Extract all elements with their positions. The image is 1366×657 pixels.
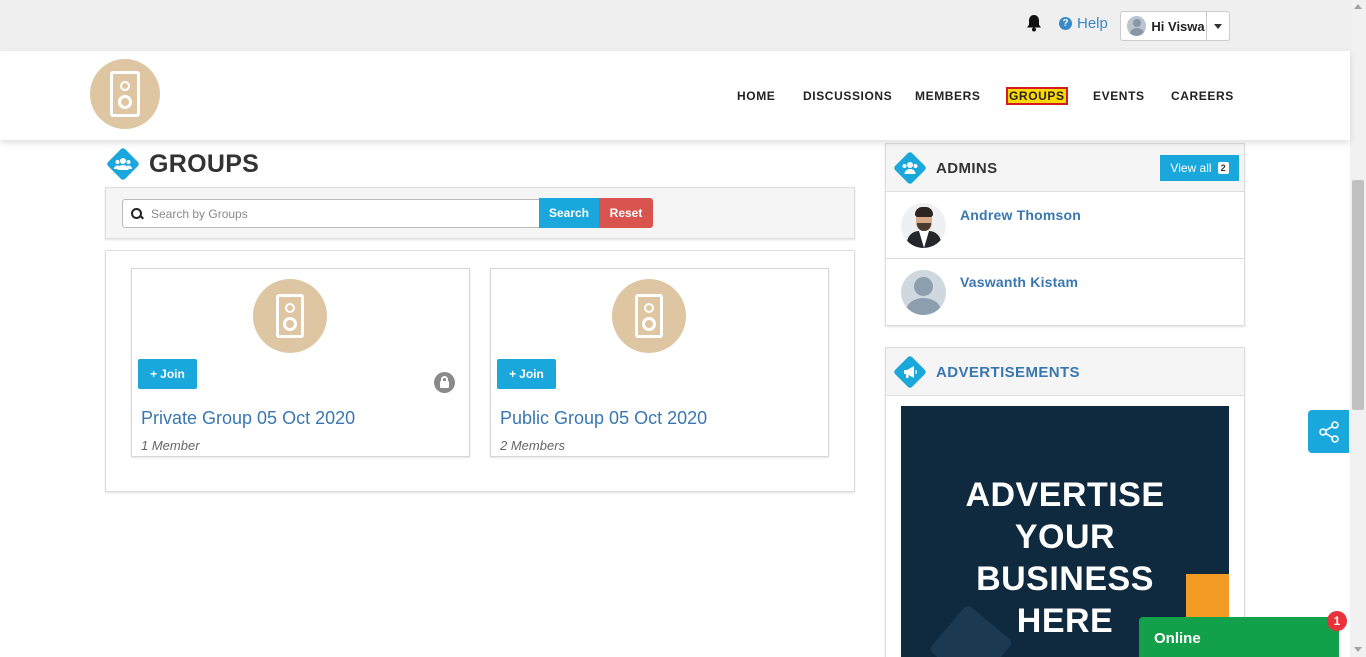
nav-item-home[interactable]: HOME: [737, 88, 775, 104]
nav-item-events[interactable]: EVENTS: [1093, 88, 1145, 104]
search-button[interactable]: Search: [539, 198, 599, 228]
advertisements-panel: ADVERTISEMENTS ADVERTISE YOUR BUSINESS H…: [885, 347, 1245, 657]
avatar[interactable]: [901, 270, 946, 315]
bell-icon[interactable]: [1024, 13, 1044, 33]
scrollbar-thumb[interactable]: [1352, 180, 1364, 410]
top-utility-bar: ? Help Hi Viswa: [0, 0, 1350, 51]
group-logo[interactable]: [612, 279, 686, 353]
speaker-logo-icon: [276, 294, 304, 338]
search-box: [122, 199, 541, 228]
join-label: Join: [519, 367, 544, 381]
admins-header: ADMINS View all 2: [886, 144, 1244, 192]
reset-button[interactable]: Reset: [599, 198, 653, 228]
scroll-up-icon[interactable]: [1354, 4, 1362, 9]
share-icon: [1318, 420, 1339, 443]
ad-line: ADVERTISE: [965, 476, 1165, 514]
advertisements-header: ADVERTISEMENTS: [886, 348, 1244, 396]
groups-panel: + Join Private Group 05 Oct 2020 1 Membe…: [105, 250, 855, 492]
groups-icon: [893, 151, 927, 185]
group-member-count: 2 Members: [500, 438, 566, 453]
chevron-down-icon[interactable]: [1205, 12, 1229, 40]
plus-icon: +: [150, 367, 158, 381]
view-all-button[interactable]: View all 2: [1160, 155, 1239, 181]
page-title: GROUPS: [149, 150, 260, 178]
help-icon: ?: [1059, 17, 1072, 30]
site-header: HOME DISCUSSIONS MEMBERS GROUPS EVENTS C…: [0, 51, 1350, 140]
admin-count-badge: 2: [1217, 162, 1229, 174]
user-menu[interactable]: Hi Viswa: [1120, 11, 1230, 41]
admin-name[interactable]: Andrew Thomson: [960, 207, 1081, 223]
user-greeting: Hi Viswa: [1151, 18, 1205, 34]
chat-status: Online: [1154, 630, 1201, 647]
share-button[interactable]: [1308, 410, 1349, 453]
nav-item-members[interactable]: MEMBERS: [915, 88, 981, 104]
ad-line: BUSINESS: [976, 560, 1154, 598]
admin-row[interactable]: Andrew Thomson: [886, 192, 1244, 259]
groups-icon: [106, 147, 140, 181]
help-link[interactable]: ? Help: [1059, 15, 1108, 32]
nav-item-careers[interactable]: CAREERS: [1171, 88, 1234, 104]
main-nav: HOME DISCUSSIONS MEMBERS GROUPS EVENTS C…: [0, 87, 1350, 106]
speaker-logo-icon: [635, 294, 663, 338]
admin-row[interactable]: Vaswanth Kistam: [886, 259, 1244, 326]
admin-name[interactable]: Vaswanth Kistam: [960, 274, 1078, 290]
search-icon: [131, 207, 143, 220]
chat-widget[interactable]: Online: [1139, 617, 1339, 657]
user-avatar-icon: [1127, 16, 1147, 36]
group-card[interactable]: + Join Public Group 05 Oct 2020 2 Member…: [490, 268, 829, 457]
join-label: Join: [160, 367, 185, 381]
ad-line: YOUR: [1014, 518, 1116, 556]
group-name[interactable]: Public Group 05 Oct 2020: [500, 408, 707, 429]
notification-badge: 1: [1327, 611, 1347, 631]
search-input[interactable]: [151, 206, 531, 221]
nav-item-groups[interactable]: GROUPS: [1006, 87, 1068, 105]
plus-icon: +: [509, 367, 517, 381]
lock-icon: [434, 372, 455, 393]
admins-panel: ADMINS View all 2 Andrew Thomson Vaswant…: [885, 143, 1245, 326]
join-button[interactable]: + Join: [497, 359, 556, 389]
help-label: Help: [1077, 15, 1108, 32]
view-all-label: View all: [1170, 161, 1212, 175]
avatar[interactable]: [901, 203, 946, 248]
scroll-down-icon[interactable]: [1354, 647, 1362, 652]
join-button[interactable]: + Join: [138, 359, 197, 389]
bullhorn-icon: [893, 355, 927, 389]
search-panel: Search Reset: [105, 187, 855, 239]
group-member-count: 1 Member: [141, 438, 200, 453]
nav-item-discussions[interactable]: DISCUSSIONS: [803, 88, 892, 104]
group-name[interactable]: Private Group 05 Oct 2020: [141, 408, 355, 429]
group-logo[interactable]: [253, 279, 327, 353]
advertisements-title: ADVERTISEMENTS: [936, 364, 1080, 381]
admins-title: ADMINS: [936, 160, 998, 177]
page-scrollbar[interactable]: [1350, 0, 1366, 657]
group-card[interactable]: + Join Private Group 05 Oct 2020 1 Membe…: [131, 268, 470, 457]
